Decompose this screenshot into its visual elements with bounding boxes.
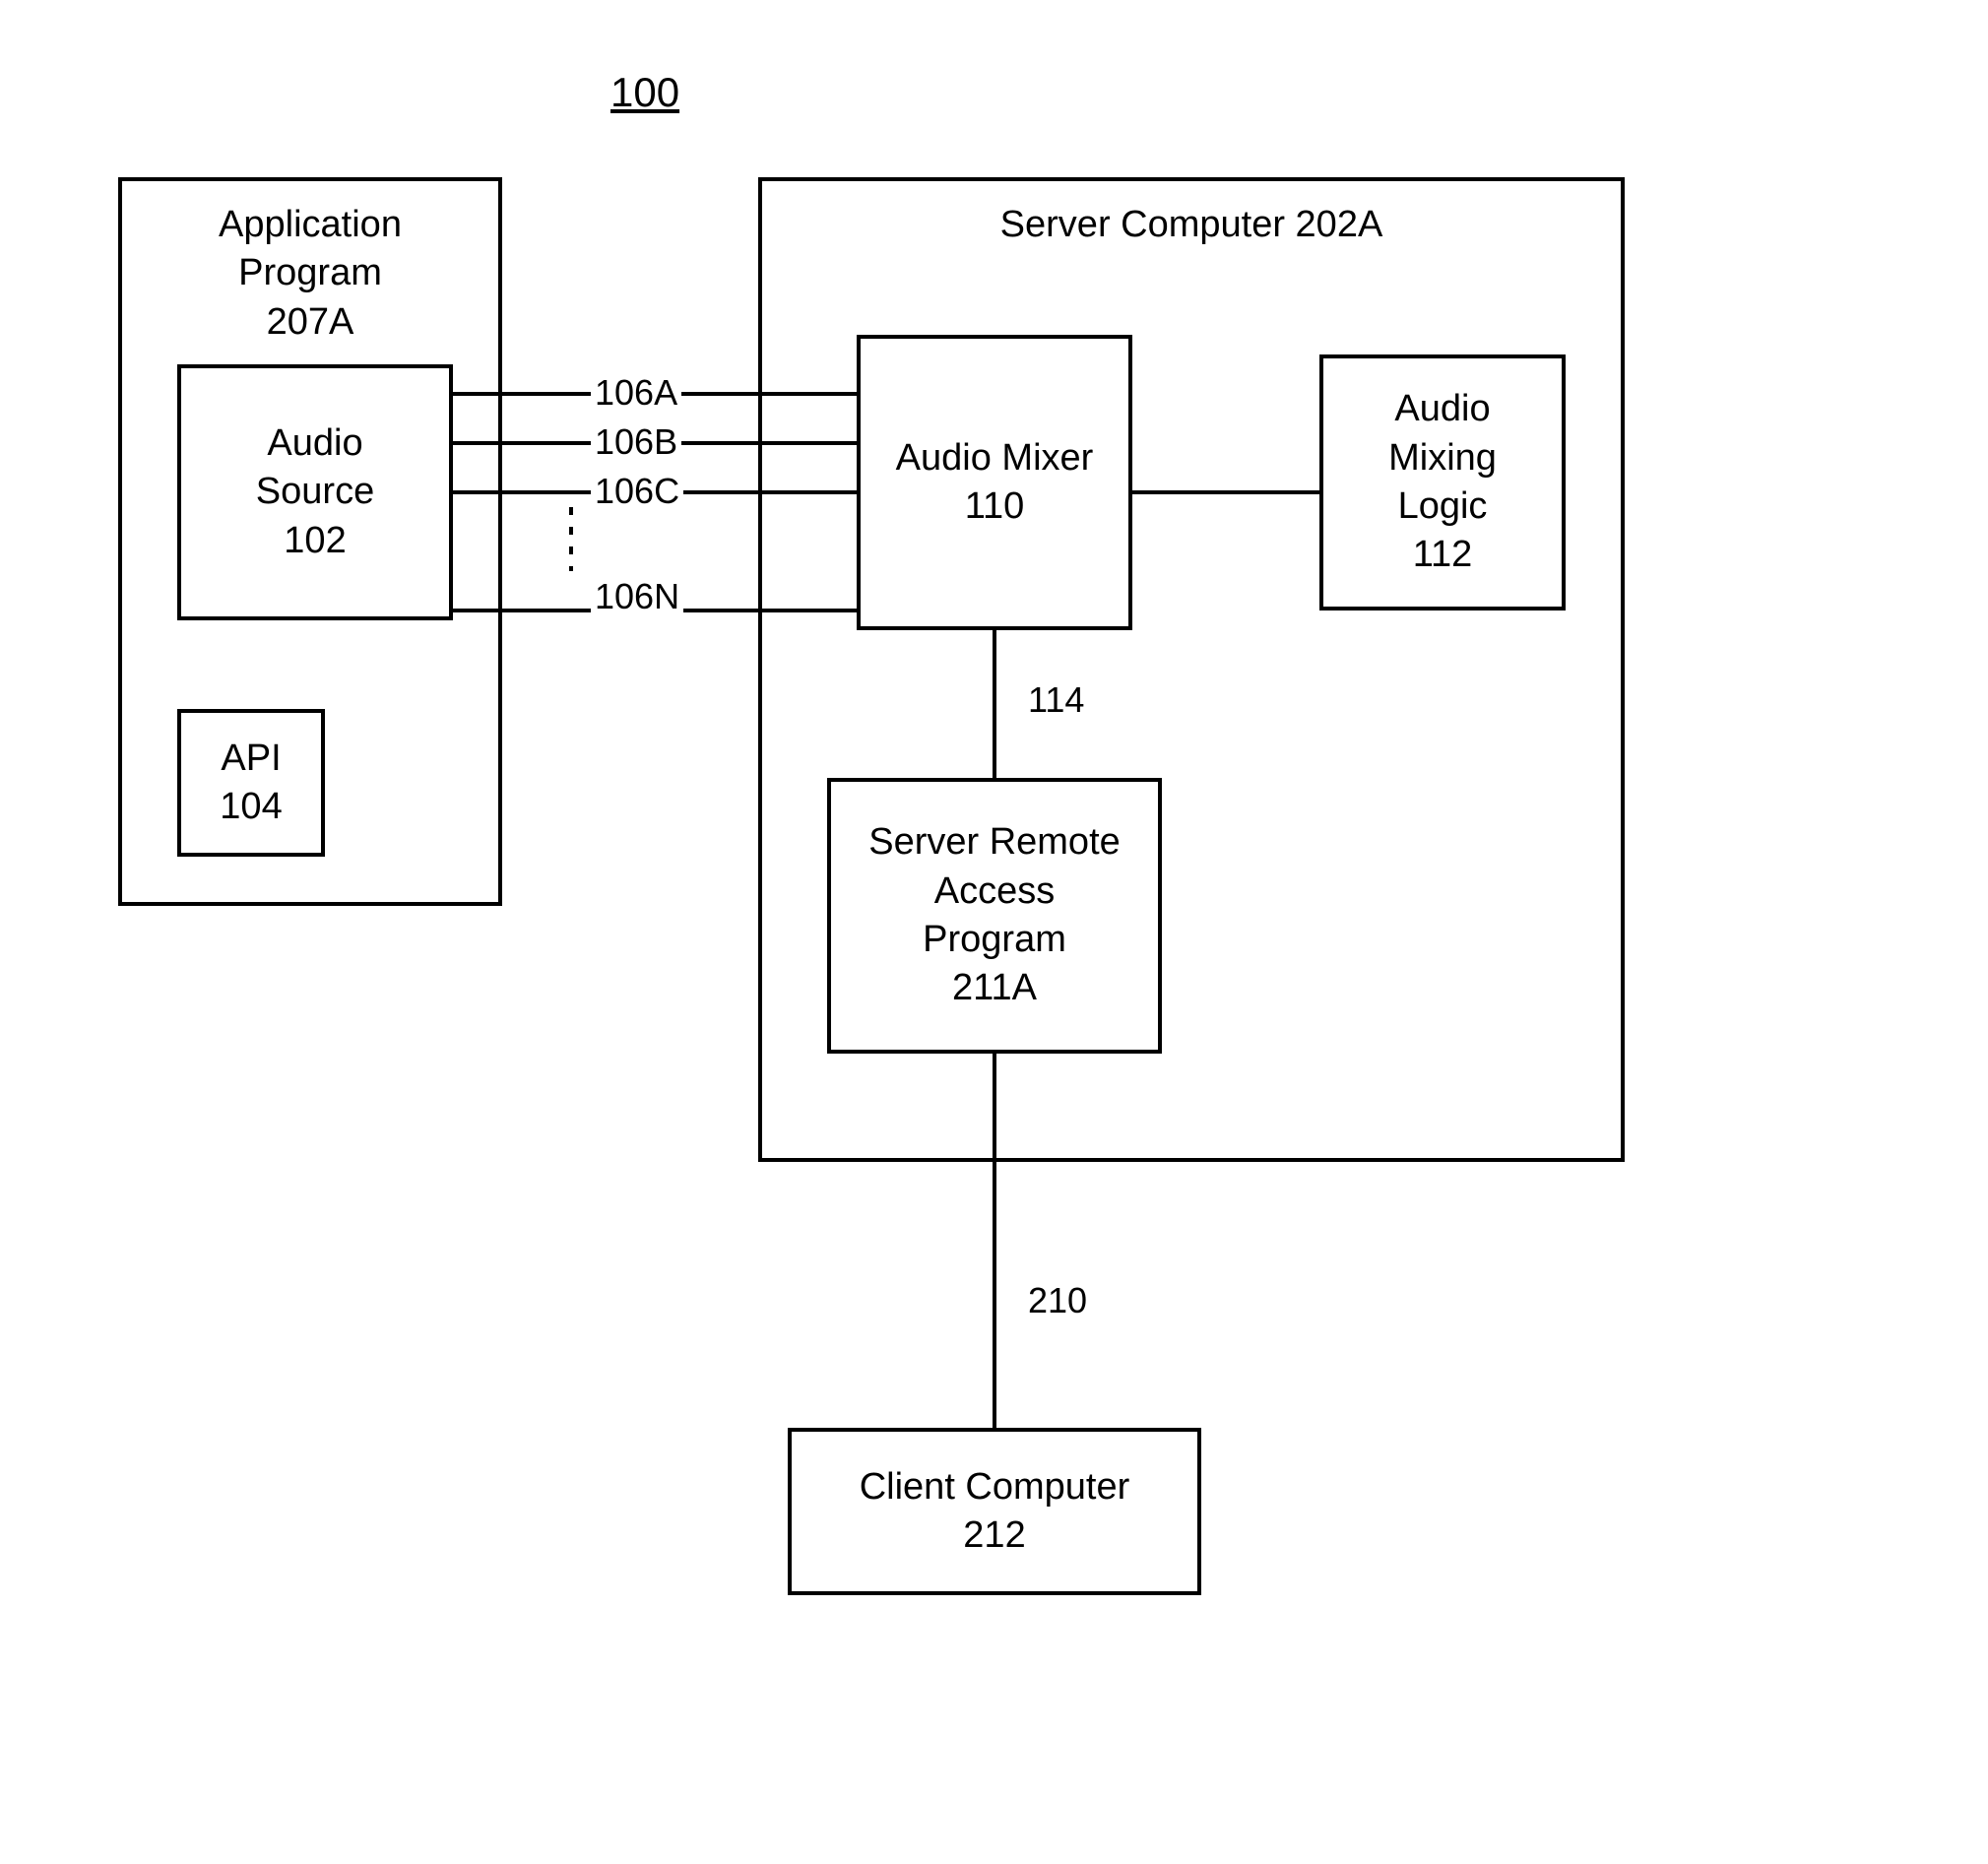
audio-source-id: 102: [284, 517, 346, 565]
label-106a: 106A: [591, 372, 681, 414]
label-210: 210: [1024, 1280, 1091, 1321]
label-106n: 106N: [591, 576, 683, 617]
api-box: API 104: [177, 709, 325, 857]
aml-line1: Audio: [1394, 385, 1490, 433]
api-title: API: [221, 735, 281, 783]
app-title-line2: Program: [238, 252, 382, 293]
app-title-line1: Application: [219, 204, 402, 245]
app-id: 207A: [267, 301, 354, 343]
srap-line3: Program: [923, 916, 1066, 964]
aml-line3: Logic: [1398, 482, 1488, 531]
server-remote-access-box: Server Remote Access Program 211A: [827, 778, 1162, 1054]
audio-mixer-box: Audio Mixer 110: [857, 335, 1132, 630]
srap-line1: Server Remote: [868, 818, 1121, 867]
api-id: 104: [220, 783, 282, 831]
audio-mixer-title: Audio Mixer: [896, 434, 1094, 482]
audio-source-line2: Source: [256, 468, 374, 516]
client-title: Client Computer: [860, 1463, 1130, 1511]
client-computer-box: Client Computer 212: [788, 1428, 1201, 1595]
server-computer-title: Server Computer 202A: [762, 201, 1621, 249]
audio-source-box: Audio Source 102: [177, 364, 453, 620]
client-id: 212: [963, 1511, 1025, 1560]
srap-line2: Access: [934, 868, 1055, 916]
figure-id: 100: [610, 69, 679, 116]
srap-id: 211A: [952, 964, 1037, 1012]
audio-mixing-logic-box: Audio Mixing Logic 112: [1319, 354, 1566, 611]
audio-mixer-id: 110: [965, 482, 1025, 531]
label-114: 114: [1024, 679, 1088, 721]
label-106c: 106C: [591, 471, 683, 512]
label-106b: 106B: [591, 421, 681, 463]
aml-id: 112: [1413, 531, 1473, 579]
application-program-title: Application Program 207A: [122, 201, 498, 347]
server-title: Server Computer 202A: [1000, 204, 1383, 245]
system-diagram: 100 Application Program 207A Audio Sourc…: [0, 0, 1988, 1864]
audio-source-line1: Audio: [267, 419, 362, 468]
aml-line2: Mixing: [1388, 434, 1497, 482]
